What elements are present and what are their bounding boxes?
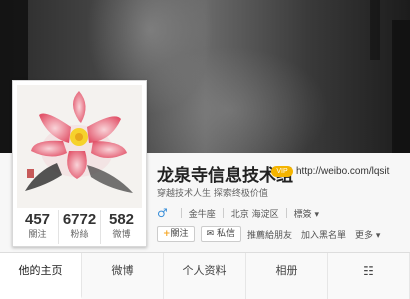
profile-meta: ♂ 金牛座 北京 海淀区 標簽 ▾ <box>157 205 319 221</box>
cover-decoration <box>370 0 380 60</box>
profile-url-link[interactable]: http://weibo.com/lqsit <box>296 166 389 177</box>
message-button[interactable]: ✉ 私信 <box>200 226 241 242</box>
lotus-image <box>25 91 133 193</box>
divider <box>285 208 287 218</box>
stat-following[interactable]: 457 關注 <box>17 210 59 244</box>
block-link[interactable]: 加入黑名單 <box>301 228 346 241</box>
more-dropdown[interactable]: 更多 ▾ <box>355 228 380 241</box>
tab-home[interactable]: 他的主页 <box>0 253 82 299</box>
plus-icon: + <box>163 229 171 239</box>
tab-apps[interactable]: ☷ <box>328 253 410 299</box>
message-label: 私信 <box>216 229 235 239</box>
stat-value: 457 <box>24 211 51 228</box>
stat-posts[interactable]: 582 微博 <box>101 210 142 244</box>
vip-badge[interactable]: VIP <box>271 166 293 177</box>
profile-bio: 穿越技术人生 探索终极价值 <box>157 189 268 199</box>
action-bar: +關注 ✉ 私信 推薦給朋友 加入黑名單 更多 ▾ <box>157 226 389 242</box>
tab-photos[interactable]: 相册 <box>246 253 328 299</box>
male-icon: ♂ <box>157 206 168 220</box>
profile-tabs: 他的主页 微博 个人资料 相册 ☷ <box>0 252 410 299</box>
constellation-label[interactable]: 金牛座 <box>189 207 216 220</box>
tab-weibo[interactable]: 微博 <box>82 253 164 299</box>
stat-value: 582 <box>108 211 135 228</box>
stats-bar: 457 關注 6772 粉絲 582 微博 <box>17 210 142 244</box>
follow-button[interactable]: +關注 <box>157 226 195 242</box>
follow-label: 關注 <box>170 229 189 239</box>
avatar-card: 457 關注 6772 粉絲 582 微博 <box>12 80 147 247</box>
stat-label: 微博 <box>112 230 131 240</box>
tab-profile-info[interactable]: 个人资料 <box>164 253 246 299</box>
recommend-link[interactable]: 推薦給朋友 <box>247 228 292 241</box>
cover-decoration <box>392 20 410 160</box>
stat-followers[interactable]: 6772 粉絲 <box>59 210 101 244</box>
stat-label: 關注 <box>28 230 47 240</box>
apps-icon: ☷ <box>363 264 374 278</box>
avatar[interactable] <box>17 85 142 208</box>
divider <box>222 208 224 218</box>
stat-value: 6772 <box>62 211 97 228</box>
tags-dropdown[interactable]: 標簽 ▾ <box>294 207 319 220</box>
divider <box>180 208 182 218</box>
mail-icon: ✉ <box>206 229 217 239</box>
stat-label: 粉絲 <box>70 230 89 240</box>
location-label[interactable]: 北京 海淀区 <box>231 207 279 220</box>
